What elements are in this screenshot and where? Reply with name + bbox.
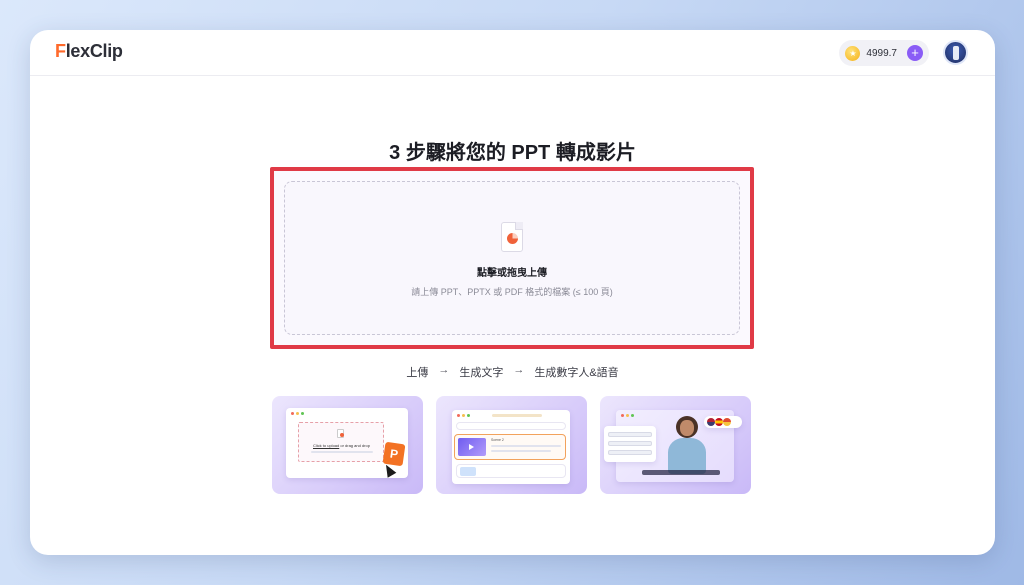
es-flag-icon [715, 418, 723, 426]
play-icon [469, 444, 474, 450]
scene-row [456, 422, 566, 430]
step-upload: 上傳 [406, 367, 429, 379]
presentation-file-icon [501, 222, 523, 252]
window-dots [621, 414, 634, 417]
window-dots [291, 412, 304, 415]
user-avatar[interactable] [943, 40, 968, 65]
app-window: FlexClip ★ 4999.7 + 3 步驟將您的 PPT 轉成影片 點擊或… [30, 30, 995, 555]
step-card-generate-text: Scene 2 [436, 396, 587, 494]
text-bar [491, 450, 551, 452]
upload-label: 點擊或拖曳上傳 [477, 268, 547, 279]
upload-highlight-frame: 點擊或拖曳上傳 請上傳 PPT、PPTX 或 PDF 格式的檔案 (≤ 100 … [270, 167, 754, 349]
mini-window: Scene 2 [452, 410, 570, 484]
mini-file-icon [337, 429, 344, 438]
page-title: 3 步驟將您的 PPT 轉成影片 [389, 142, 636, 164]
flexclip-logo[interactable]: FlexClip [55, 41, 123, 62]
scene-label: Scene 2 [491, 438, 504, 442]
step-card-avatar-voice [600, 396, 751, 494]
credits-balance: 4999.7 [866, 47, 897, 59]
top-bar: FlexClip ★ 4999.7 + [30, 30, 995, 76]
credits-pill[interactable]: ★ 4999.7 + [839, 40, 929, 66]
language-chip [704, 416, 742, 428]
steps-flow: 上傳 → 生成文字 → 生成數字人&語音 [30, 364, 995, 380]
slide-thumbnail [458, 438, 486, 456]
step-card-upload: Click to upload or drag and drop P [272, 396, 423, 494]
mini-hint-bar [311, 451, 373, 453]
voice-select [608, 450, 652, 455]
voice-select [608, 432, 652, 437]
logo-f: F [55, 41, 66, 61]
scene-row-active: Scene 2 [454, 434, 566, 460]
flag-icon [723, 418, 731, 426]
pie-chart-icon [507, 233, 518, 244]
voice-select [608, 441, 652, 446]
us-flag-icon [707, 418, 715, 426]
avatar-body [668, 438, 706, 474]
caption-bar [642, 470, 720, 475]
upload-dropzone[interactable]: 點擊或拖曳上傳 請上傳 PPT、PPTX 或 PDF 格式的檔案 (≤ 100 … [284, 181, 740, 335]
window-dots [457, 414, 470, 417]
text-bar [491, 445, 561, 447]
voice-settings-panel [604, 426, 656, 462]
upload-hint: 請上傳 PPT、PPTX 或 PDF 格式的檔案 (≤ 100 頁) [411, 287, 613, 297]
slide-thumbnail [460, 467, 476, 476]
step-generate-avatar-voice: 生成數字人&語音 [534, 367, 619, 379]
mini-dropzone: Click to upload or drag and drop [298, 422, 384, 462]
add-credits-button[interactable]: + [907, 45, 923, 61]
mini-upload-text: Click to upload or drag and drop [313, 443, 370, 448]
avatar-figure-icon [953, 46, 959, 60]
arrow-right-icon: → [438, 364, 450, 376]
arrow-right-icon: → [513, 364, 525, 376]
mini-top-bar [492, 414, 542, 417]
coin-icon: ★ [845, 45, 861, 61]
powerpoint-icon: P [382, 441, 406, 467]
scene-row [456, 464, 566, 478]
logo-rest: lexClip [65, 41, 123, 61]
avatar-face [680, 420, 694, 436]
step-generate-text: 生成文字 [459, 367, 504, 379]
